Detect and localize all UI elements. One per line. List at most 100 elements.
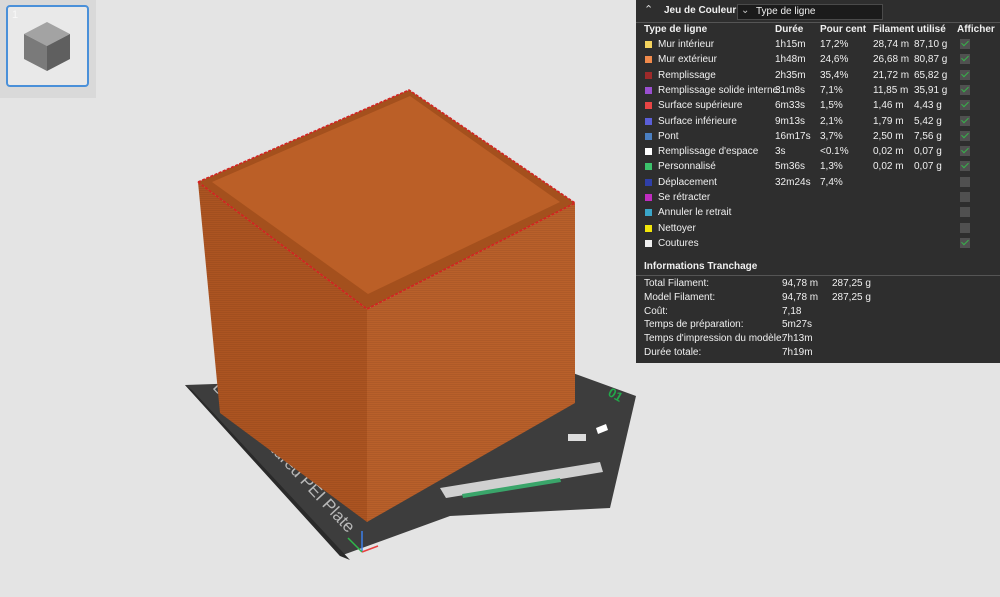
- line-type-label: Coutures: [658, 237, 699, 249]
- show-checkbox[interactable]: [960, 115, 970, 126]
- line-type-label: Remplissage d'espace: [658, 146, 759, 158]
- panel-title: Jeu de Couleur: [664, 5, 737, 16]
- show-checkbox[interactable]: [960, 176, 970, 187]
- slicing-info-row: Temps de préparation: 5m27s: [636, 318, 1000, 332]
- line-type-length: 0,02 m: [873, 146, 904, 158]
- line-type-swatch: [645, 41, 652, 48]
- line-type-percent: 7,4%: [820, 176, 843, 188]
- line-type-swatch: [645, 102, 652, 110]
- line-type-weight: 5,42 g: [914, 115, 942, 127]
- chevron-down-icon: ⌄: [741, 5, 750, 16]
- plate-thumbnail[interactable]: 1: [6, 5, 89, 87]
- line-type-length: 21,72 m: [873, 69, 910, 81]
- line-type-label: Se rétracter: [658, 192, 711, 203]
- line-type-label: Mur intérieur: [658, 39, 715, 50]
- line-type-percent: 35,4%: [820, 69, 849, 81]
- line-type-weight: 80,87 g: [914, 54, 948, 66]
- slicing-info-row: Model Filament: 94,78 m 287,25 g: [636, 291, 1000, 305]
- line-type-weight: 65,82 g: [914, 69, 948, 81]
- line-type-row: Surface inférieure 9m13s 2,1% 1,79 m 5,42 g: [636, 115, 1000, 130]
- info-value: 5m27s: [782, 319, 813, 331]
- cube-icon: [24, 22, 70, 71]
- show-checkbox[interactable]: [960, 69, 970, 80]
- line-type-percent: <0.1%: [820, 146, 849, 158]
- show-checkbox[interactable]: [960, 130, 970, 141]
- plate-qr-marker: [568, 434, 586, 441]
- info-value: 94,78 m: [782, 291, 819, 303]
- line-type-duration: 16m17s: [775, 130, 811, 142]
- line-type-duration: 2h35m: [775, 69, 806, 81]
- line-type-duration: 1h48m: [775, 54, 806, 66]
- slicing-info-row: Temps d'impression du modèle: 7h13m: [636, 332, 1000, 346]
- line-type-swatch: [645, 132, 652, 140]
- line-type-swatch: [645, 194, 652, 201]
- show-checkbox[interactable]: [960, 84, 970, 95]
- line-type-swatch: [645, 86, 652, 94]
- slicing-info-row: Total Filament: 94,78 m 287,25 g: [636, 277, 1000, 291]
- line-type-label: Personnalisé: [658, 161, 716, 173]
- show-checkbox[interactable]: [960, 222, 970, 233]
- line-type-row: Pont 16m17s 3,7% 2,50 m 7,56 g: [636, 130, 1000, 145]
- line-type-percent: 1,5%: [820, 100, 843, 112]
- line-type-percent: 7,1%: [820, 84, 843, 96]
- line-type-row: Remplissage 2h35m 35,4% 21,72 m 65,82 g: [636, 69, 1000, 84]
- line-type-percent: 17,2%: [820, 39, 849, 50]
- line-type-duration: 31m8s: [775, 84, 806, 96]
- line-type-label: Mur extérieur: [658, 54, 717, 66]
- line-type-swatch: [645, 117, 652, 125]
- line-type-weight: 0,07 g: [914, 146, 942, 158]
- line-type-row: Nettoyer: [636, 222, 1000, 237]
- line-type-percent: 1,3%: [820, 161, 843, 173]
- info-label: Temps de préparation:: [644, 319, 744, 331]
- line-type-label: Nettoyer: [658, 222, 696, 234]
- line-type-swatch: [645, 209, 652, 217]
- line-type-row: Mur intérieur 1h15m 17,2% 28,74 m 87,10 g: [636, 38, 1000, 53]
- show-checkbox[interactable]: [960, 100, 970, 111]
- line-type-swatch: [645, 239, 652, 247]
- show-checkbox[interactable]: [960, 237, 970, 248]
- line-type-label: Déplacement: [658, 176, 717, 188]
- info-value: 94,78 m: [782, 278, 819, 289]
- color-scheme-panel: ⌃ Jeu de Couleur ⌄ Type de ligne Type de…: [636, 0, 1000, 363]
- collapse-chevron-up-icon[interactable]: ⌃: [644, 3, 653, 16]
- show-checkbox[interactable]: [960, 192, 970, 202]
- line-type-duration: 1h15m: [775, 39, 806, 50]
- divider: [636, 275, 1000, 276]
- info-label: Total Filament:: [644, 278, 710, 289]
- line-type-swatch: [645, 148, 652, 156]
- line-type-length: 11,85 m: [873, 84, 909, 96]
- column-header-percent: Pour cent: [820, 24, 867, 35]
- line-type-weight: 35,91 g: [914, 84, 948, 96]
- view-type-select[interactable]: ⌄ Type de ligne: [737, 4, 883, 20]
- info-value: 7,18: [782, 305, 802, 317]
- column-header-type: Type de ligne: [644, 24, 708, 35]
- show-checkbox[interactable]: [960, 39, 970, 49]
- line-type-percent: 2,1%: [820, 115, 843, 127]
- info-value-secondary: 287,25 g: [832, 278, 871, 289]
- line-type-swatch: [645, 224, 652, 232]
- show-checkbox[interactable]: [960, 54, 970, 65]
- line-type-weight: 7,56 g: [914, 130, 942, 142]
- show-checkbox[interactable]: [960, 161, 970, 172]
- slicing-info-title: Informations Tranchage: [644, 261, 758, 272]
- info-label: Coût:: [644, 305, 668, 317]
- line-type-row: Surface supérieure 6m33s 1,5% 1,46 m 4,43 g: [636, 99, 1000, 114]
- slicing-info-row: Coût: 7,18: [636, 305, 1000, 319]
- info-value: 7h19m: [782, 347, 813, 358]
- line-type-swatch: [645, 56, 652, 64]
- line-type-length: 28,74 m: [873, 39, 910, 50]
- line-type-label: Surface supérieure: [658, 100, 743, 112]
- line-type-row: Se rétracter: [636, 191, 1000, 206]
- show-checkbox[interactable]: [960, 207, 970, 218]
- line-type-label: Remplissage solide interne: [658, 84, 779, 96]
- line-type-row: Remplissage d'espace 3s <0.1% 0,02 m 0,07 g: [636, 145, 1000, 160]
- line-type-row: Déplacement 32m24s 7,4%: [636, 176, 1000, 191]
- line-type-percent: 3,7%: [820, 130, 843, 142]
- line-type-duration: 32m24s: [775, 176, 811, 188]
- line-type-label: Pont: [658, 130, 679, 142]
- line-type-row: Personnalisé 5m36s 1,3% 0,02 m 0,07 g: [636, 160, 1000, 175]
- line-type-row: Mur extérieur 1h48m 24,6% 26,68 m 80,87 g: [636, 53, 1000, 68]
- show-checkbox[interactable]: [960, 146, 970, 157]
- line-type-swatch: [645, 163, 652, 171]
- line-type-length: 26,68 m: [873, 54, 910, 66]
